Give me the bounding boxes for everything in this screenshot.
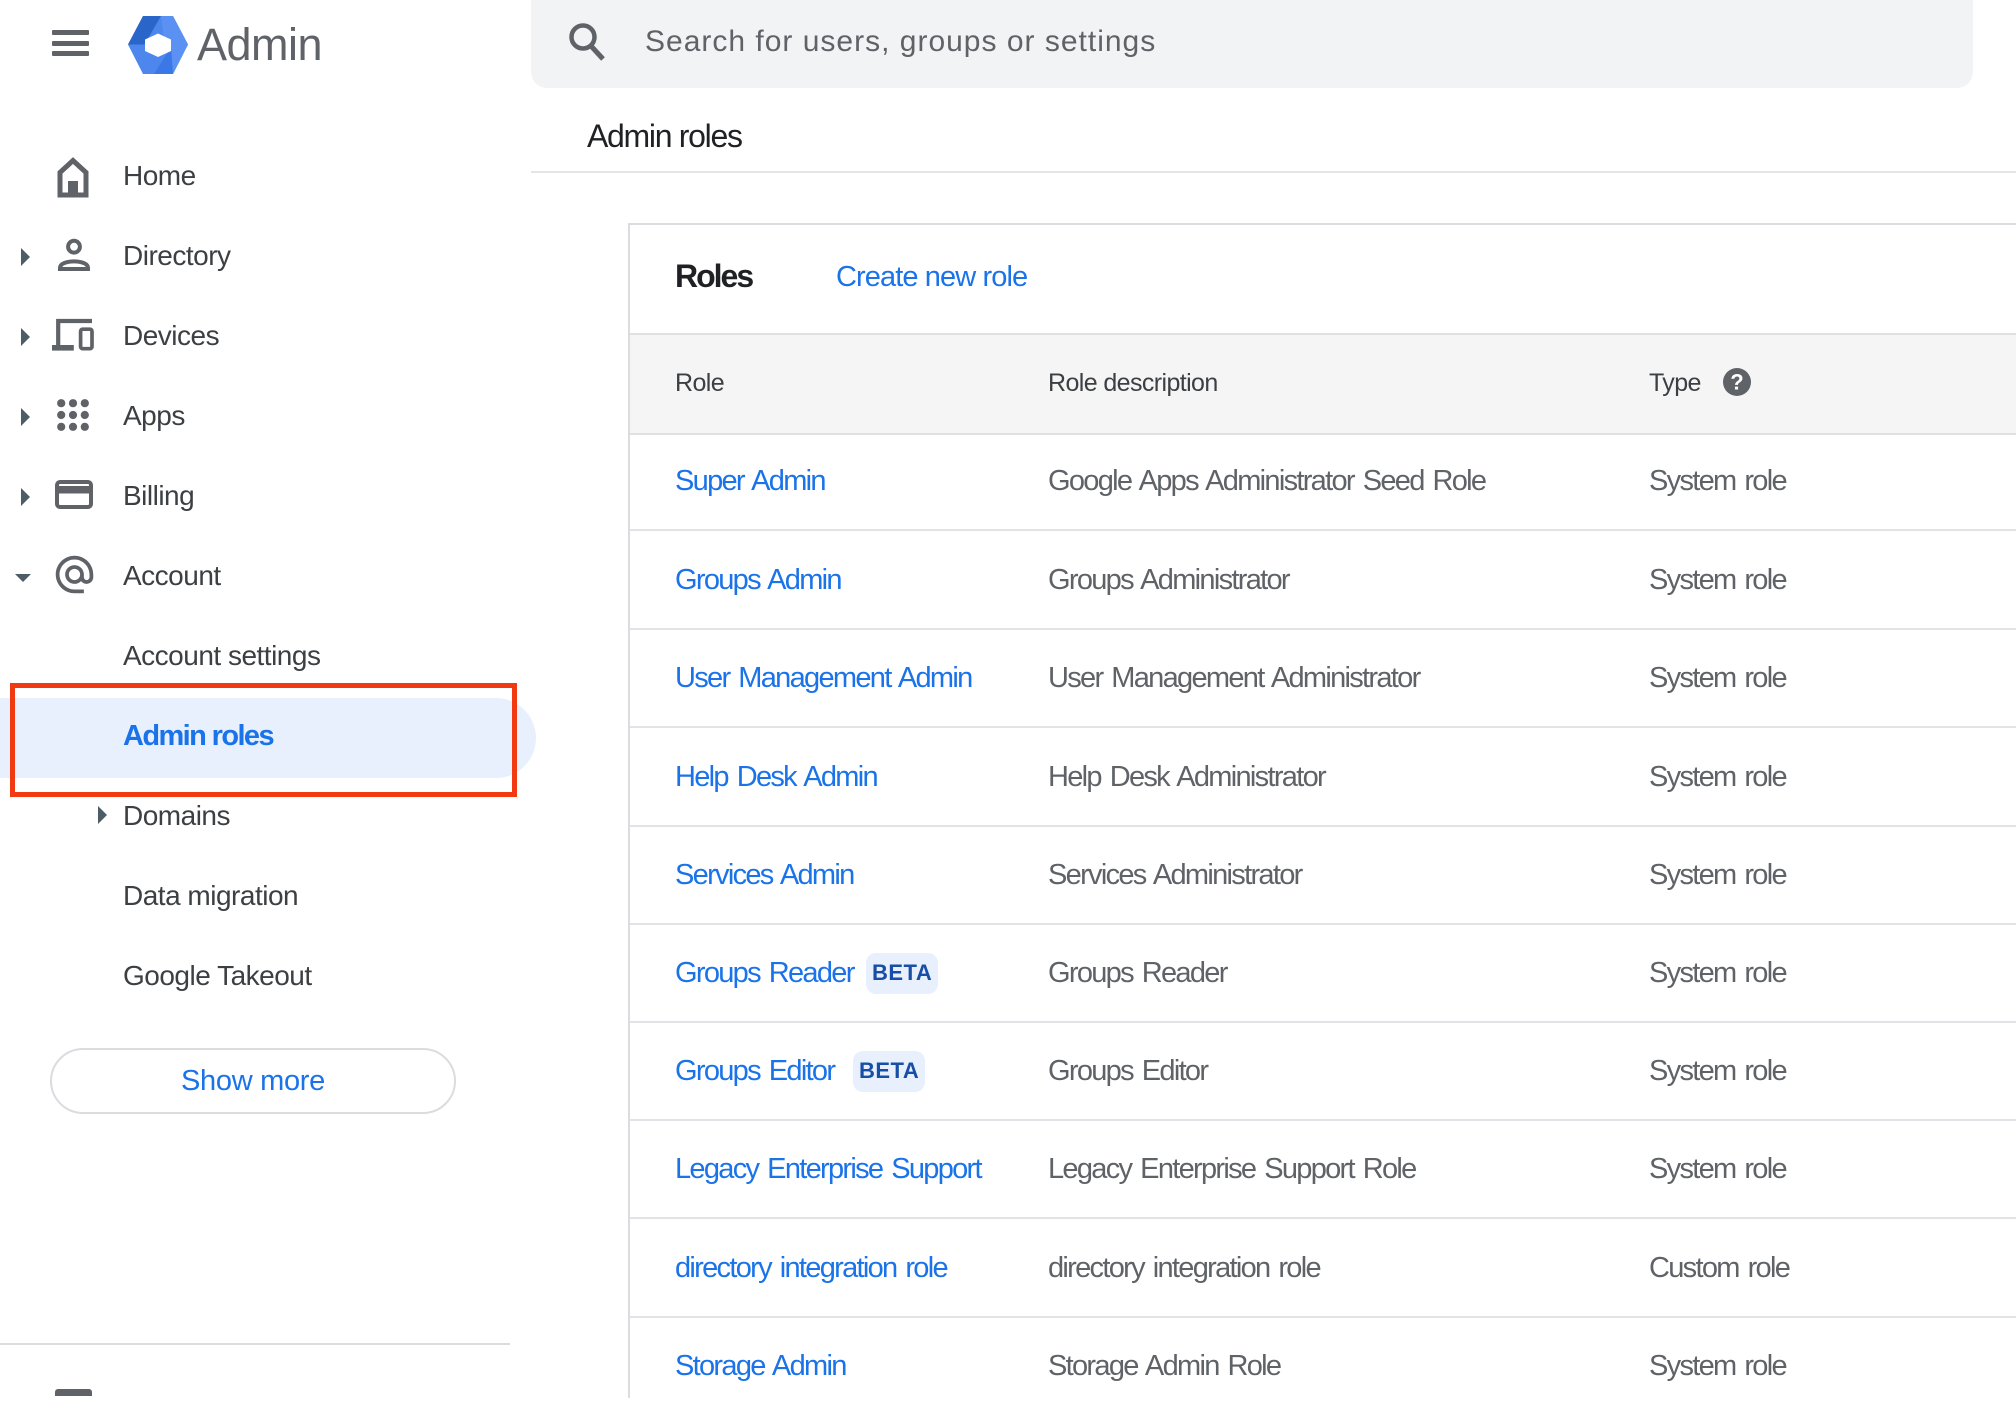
svg-text:?: ? [1730, 370, 1743, 395]
